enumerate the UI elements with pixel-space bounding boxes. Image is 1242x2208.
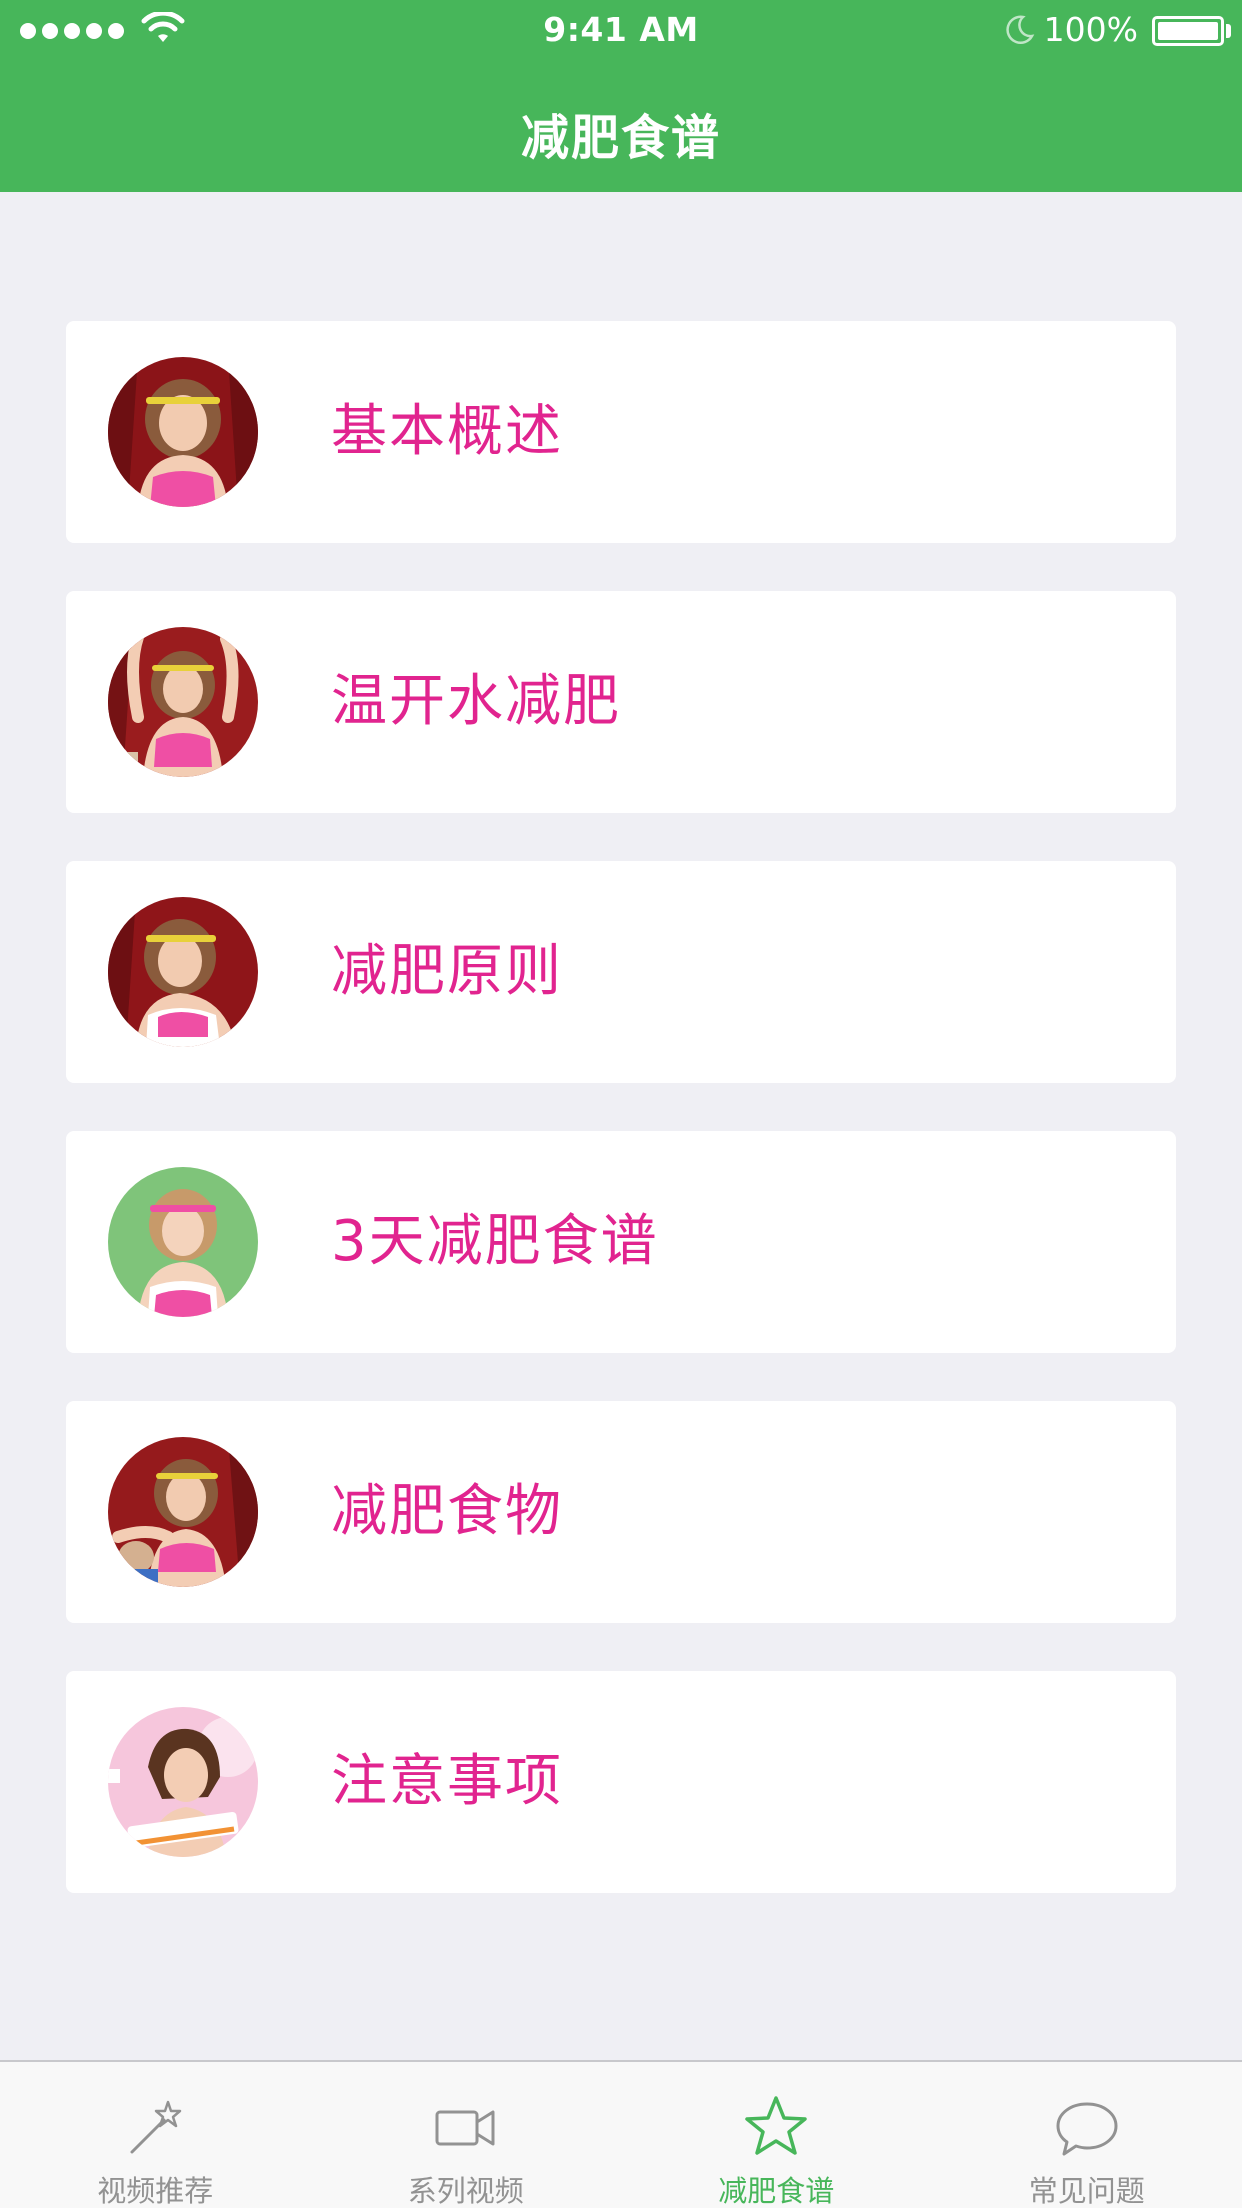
tab-diet-recipe[interactable]: 减肥食谱	[621, 2062, 932, 2208]
list-item-label: 温开水减肥	[331, 669, 621, 734]
fitness-girl-avatar-icon	[108, 357, 258, 507]
tab-bar: 视频推荐 系列视频 减肥食谱 常见问题	[0, 2060, 1242, 2208]
before-after-girl-avatar-icon	[108, 1707, 258, 1857]
chat-bubble-icon	[1052, 2092, 1122, 2162]
list-item-3-day-recipe[interactable]: 3天减肥食谱	[66, 1131, 1176, 1353]
list-item-label: 3天减肥食谱	[331, 1209, 659, 1274]
tab-label: 视频推荐	[97, 2174, 214, 2208]
list-item-precautions[interactable]: 注意事项	[66, 1671, 1176, 1893]
do-not-disturb-icon	[1003, 14, 1035, 46]
magic-wand-icon	[120, 2092, 190, 2162]
tab-label: 系列视频	[407, 2174, 524, 2208]
tab-faq[interactable]: 常见问题	[932, 2062, 1242, 2208]
battery-icon	[1152, 16, 1224, 46]
page-title: 减肥食谱	[520, 110, 721, 166]
list-item-basic-overview[interactable]: 基本概述	[66, 321, 1176, 543]
header: 9:41 AM 100% 减肥食谱	[0, 0, 1242, 192]
status-bar: 9:41 AM 100%	[0, 0, 1242, 60]
battery-tip	[1226, 24, 1231, 38]
list-item-label: 注意事项	[331, 1749, 563, 1814]
fitness-girl-avatar-icon	[108, 1167, 258, 1317]
list-item-warm-water[interactable]: 温开水减肥	[66, 591, 1176, 813]
tab-label: 常见问题	[1028, 2174, 1145, 2208]
fitness-girl-avatar-icon	[108, 897, 258, 1047]
list-item-label: 基本概述	[331, 399, 563, 464]
fitness-girl-avatar-icon	[108, 1437, 258, 1587]
video-camera-icon	[431, 2092, 501, 2162]
star-icon	[741, 2092, 811, 2162]
tab-video-recommend[interactable]: 视频推荐	[0, 2062, 311, 2208]
list-item-principles[interactable]: 减肥原则	[66, 861, 1176, 1083]
fitness-girl-avatar-icon	[108, 627, 258, 777]
recipe-menu-list: 基本概述 温开水减肥 减肥原则 3天减肥食谱 减肥食物 注意事项	[66, 321, 1176, 1941]
list-item-label: 减肥食物	[331, 1479, 563, 1544]
list-item-label: 减肥原则	[331, 939, 563, 1004]
list-item-diet-foods[interactable]: 减肥食物	[66, 1401, 1176, 1623]
tab-series-video[interactable]: 系列视频	[311, 2062, 622, 2208]
battery-percentage: 100%	[1043, 10, 1138, 49]
tab-label: 减肥食谱	[718, 2174, 835, 2208]
